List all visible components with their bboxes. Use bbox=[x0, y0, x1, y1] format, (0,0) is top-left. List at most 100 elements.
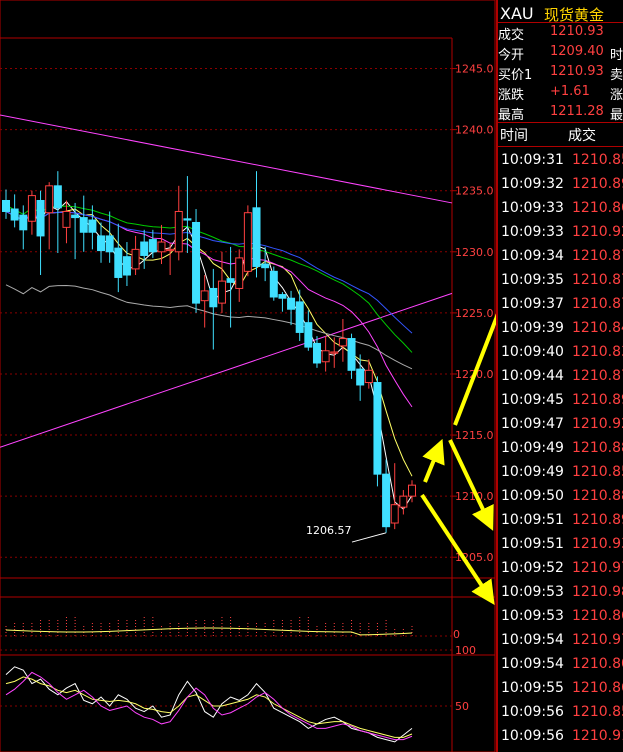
tick-row: 10:09:54 1210.80 bbox=[496, 654, 623, 678]
quote-value: 1211.28 bbox=[550, 104, 604, 119]
candle-body bbox=[226, 278, 235, 283]
tick-time: 10:09:44 bbox=[501, 368, 564, 384]
tick-price: 1210.97 bbox=[572, 632, 623, 648]
tick-time: 10:09:52 bbox=[501, 560, 564, 576]
candle-body bbox=[27, 195, 36, 222]
tick-time: 10:09:47 bbox=[501, 416, 564, 432]
candle-body bbox=[252, 207, 261, 267]
tick-row: 10:09:49 1210.88 bbox=[496, 438, 623, 462]
candle-body bbox=[295, 301, 304, 333]
quote-label: 涨跌 bbox=[498, 88, 525, 103]
candle-body bbox=[114, 247, 123, 278]
candle-body bbox=[166, 248, 175, 252]
tick-time: 10:09:32 bbox=[501, 176, 564, 192]
y-tick-label: 1225.0 bbox=[455, 307, 494, 320]
candle bbox=[269, 266, 278, 301]
tick-price: 1210.89 bbox=[572, 512, 623, 528]
candle-body bbox=[174, 210, 183, 253]
candle-body bbox=[261, 263, 270, 269]
quote-label: 最高 bbox=[498, 108, 525, 123]
tick-price: 1210.85 bbox=[572, 704, 623, 720]
tick-time: 10:09:40 bbox=[501, 344, 564, 360]
candle-body bbox=[148, 239, 157, 253]
osc-tick-label: 100 bbox=[455, 644, 476, 657]
candle-body bbox=[140, 241, 149, 256]
candle-body bbox=[356, 368, 365, 386]
tick-row: 10:09:51 1210.93 bbox=[496, 534, 623, 558]
tick-time: 10:09:56 bbox=[501, 728, 564, 744]
quote-label: 成交 bbox=[498, 28, 525, 43]
tick-time: 10:09:33 bbox=[501, 200, 564, 216]
tick-price: 1210.88 bbox=[572, 488, 623, 504]
tick-row: 10:09:33 1210.86 bbox=[496, 198, 623, 222]
tick-row: 10:09:56 1210.91 bbox=[496, 726, 623, 750]
candle-body bbox=[62, 210, 71, 228]
tick-price: 1210.98 bbox=[572, 584, 623, 600]
tick-price: 1210.88 bbox=[572, 440, 623, 456]
candle-body bbox=[79, 217, 88, 233]
low-value-label: 1206.57 bbox=[306, 524, 352, 537]
tick-price: 1210.92 bbox=[572, 224, 623, 240]
candle-body bbox=[36, 199, 45, 237]
tick-price: 1210.84 bbox=[572, 320, 623, 336]
tick-price: 1210.86 bbox=[572, 680, 623, 696]
tick-price: 1210.85 bbox=[572, 152, 623, 168]
tick-price: 1210.92 bbox=[572, 416, 623, 432]
candle-body bbox=[88, 219, 97, 233]
tick-price: 1210.87 bbox=[572, 272, 623, 288]
quote-value: 1210.93 bbox=[550, 64, 604, 79]
quote-extra: 时 bbox=[610, 48, 623, 63]
tick-time: 10:09:33 bbox=[501, 224, 564, 240]
tick-time: 10:09:31 bbox=[501, 152, 564, 168]
tick-price: 1210.93 bbox=[572, 536, 623, 552]
candle-body bbox=[71, 214, 80, 219]
candle-body bbox=[2, 199, 10, 212]
tick-row: 10:09:47 1210.92 bbox=[496, 414, 623, 438]
candle-body bbox=[287, 297, 296, 310]
tick-row: 10:09:33 1210.92 bbox=[496, 222, 623, 246]
tick-time: 10:09:51 bbox=[501, 512, 564, 528]
candle-body bbox=[390, 504, 399, 524]
quote-value: 1210.93 bbox=[550, 24, 604, 39]
tick-price: 1210.89 bbox=[572, 392, 623, 408]
candlestick-chart: 1245.01240.01235.01230.01225.01220.01215… bbox=[0, 0, 496, 752]
candle-body bbox=[192, 221, 201, 304]
tick-time: 10:09:37 bbox=[501, 296, 564, 312]
tick-price: 1210.87 bbox=[572, 296, 623, 312]
tick-row: 10:09:52 1210.97 bbox=[496, 558, 623, 582]
quote-label: 今开 bbox=[498, 48, 525, 63]
candle-body bbox=[278, 294, 287, 299]
candle-body bbox=[105, 235, 114, 253]
quote-label: 买价1 bbox=[498, 68, 533, 83]
tick-time: 10:09:35 bbox=[501, 272, 564, 288]
candle-body bbox=[347, 338, 356, 371]
tick-time: 10:09:54 bbox=[501, 632, 564, 648]
tick-row: 10:09:49 1210.85 bbox=[496, 462, 623, 486]
candle-body bbox=[399, 495, 408, 508]
quote-value: 1209.40 bbox=[550, 44, 604, 59]
candle-body bbox=[373, 382, 382, 475]
tick-time: 10:09:53 bbox=[501, 608, 564, 624]
osc-tick-label: 50 bbox=[455, 700, 469, 713]
candle-body bbox=[183, 218, 192, 221]
tick-row: 10:09:44 1210.87 bbox=[496, 366, 623, 390]
quote-extra: 涨 bbox=[610, 88, 623, 103]
tick-price: 1210.80 bbox=[572, 656, 623, 672]
tick-time: 10:09:34 bbox=[501, 248, 564, 264]
tick-row: 10:09:55 1210.86 bbox=[496, 678, 623, 702]
candle-body bbox=[269, 270, 278, 298]
ticks-header-time: 时间 bbox=[500, 128, 528, 144]
y-tick-label: 1240.0 bbox=[455, 124, 494, 137]
candle-body bbox=[209, 287, 218, 308]
tick-row: 10:09:32 1210.89 bbox=[496, 174, 623, 198]
candle-body bbox=[10, 208, 19, 221]
y-tick-label: 1245.0 bbox=[455, 63, 494, 76]
candle-body bbox=[122, 256, 131, 276]
tick-row: 10:09:53 1210.86 bbox=[496, 606, 623, 630]
quote-row: 今开 1209.40 时 bbox=[496, 44, 623, 64]
quote-extra: 最 bbox=[610, 108, 623, 123]
tick-time: 10:09:53 bbox=[501, 584, 564, 600]
candle-body bbox=[382, 473, 391, 528]
tick-time: 10:09:49 bbox=[501, 440, 564, 456]
tick-price: 1210.91 bbox=[572, 728, 623, 744]
